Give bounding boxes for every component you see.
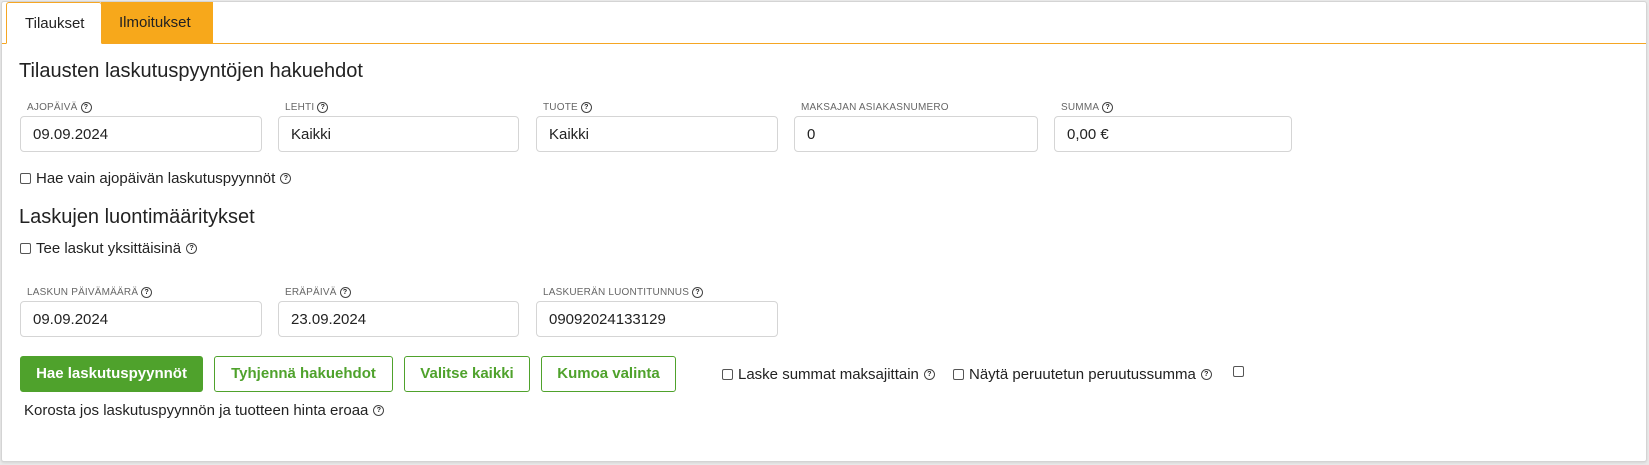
- billing-panel: Tilaukset Ilmoitukset Tilausten laskutus…: [1, 1, 1647, 462]
- help-icon[interactable]: ?: [186, 243, 198, 254]
- only-run-date-checkbox[interactable]: [20, 173, 31, 184]
- sum-by-payer-checkbox[interactable]: [722, 369, 733, 380]
- highlight-diff-row: Korosta jos laskutuspyynnön ja tuotteen …: [24, 402, 385, 419]
- show-cancelled-label: Näytä peruutetun peruutussumma: [969, 366, 1196, 383]
- maksaja-label: MAKSAJAN ASIAKASNUMERO: [799, 102, 951, 113]
- laskun-pvm-field: LASKUN PÄIVÄMÄÄRÄ? 09.09.2024: [20, 287, 262, 337]
- individual-invoices-label: Tee laskut yksittäisinä: [36, 240, 182, 257]
- help-icon[interactable]: ?: [80, 102, 92, 113]
- luontitunnus-input[interactable]: 09092024133129: [536, 301, 778, 337]
- ajopaiva-input[interactable]: 09.09.2024: [20, 116, 262, 152]
- tuote-field: TUOTE? Kaikki: [536, 102, 778, 152]
- lehti-field: LEHTI? Kaikki: [278, 102, 519, 152]
- maksaja-input[interactable]: 0: [794, 116, 1038, 152]
- summa-label: SUMMA?: [1059, 102, 1116, 114]
- help-icon[interactable]: ?: [692, 287, 704, 298]
- individual-invoices-checkbox-row[interactable]: Tee laskut yksittäisinä ?: [20, 240, 198, 257]
- tab-tilaukset[interactable]: Tilaukset: [6, 2, 102, 44]
- individual-invoices-checkbox[interactable]: [20, 243, 31, 254]
- erapaiva-input[interactable]: 23.09.2024: [278, 301, 519, 337]
- summa-field: SUMMA? 0,00 €: [1054, 102, 1292, 152]
- help-icon[interactable]: ?: [141, 287, 153, 298]
- sum-by-payer-checkbox-row[interactable]: Laske summat maksajittain ?: [722, 366, 935, 383]
- only-run-date-label: Hae vain ajopäivän laskutuspyynnöt: [36, 170, 276, 187]
- show-cancelled-checkbox[interactable]: [953, 369, 964, 380]
- help-icon[interactable]: ?: [1200, 369, 1212, 380]
- lehti-select[interactable]: Kaikki: [278, 116, 519, 152]
- help-icon[interactable]: ?: [317, 102, 329, 113]
- maksaja-field: MAKSAJAN ASIAKASNUMERO 0: [794, 102, 1038, 152]
- laskun-pvm-input[interactable]: 09.09.2024: [20, 301, 262, 337]
- ajopaiva-field: AJOPÄIVÄ? 09.09.2024: [20, 102, 262, 152]
- search-section-title: Tilausten laskutuspyyntöjen hakuehdot: [19, 60, 363, 82]
- only-run-date-checkbox-row[interactable]: Hae vain ajopäivän laskutuspyynnöt ?: [20, 170, 292, 187]
- tab-ilmoitukset[interactable]: Ilmoitukset: [101, 2, 213, 44]
- erapaiva-field: ERÄPÄIVÄ? 23.09.2024: [278, 287, 519, 337]
- help-icon[interactable]: ?: [1102, 102, 1114, 113]
- luontitunnus-label: LASKUERÄN LUONTITUNNUS?: [541, 287, 706, 299]
- erapaiva-label: ERÄPÄIVÄ?: [283, 287, 353, 299]
- luontitunnus-field: LASKUERÄN LUONTITUNNUS? 09092024133129: [536, 287, 778, 337]
- highlight-diff-checkbox[interactable]: [1233, 366, 1244, 377]
- summa-input[interactable]: 0,00 €: [1054, 116, 1292, 152]
- tuote-select[interactable]: Kaikki: [536, 116, 778, 152]
- invoice-section-title: Laskujen luontimääritykset: [19, 206, 255, 228]
- highlight-diff-checkbox-row[interactable]: [1233, 366, 1249, 377]
- fetch-requests-button[interactable]: Hae laskutuspyynnöt: [20, 356, 203, 392]
- clear-criteria-button[interactable]: Tyhjennä hakuehdot: [214, 356, 393, 392]
- sum-by-payer-label: Laske summat maksajittain: [738, 366, 919, 383]
- deselect-button[interactable]: Kumoa valinta: [541, 356, 676, 392]
- help-icon[interactable]: ?: [373, 405, 385, 416]
- help-icon[interactable]: ?: [923, 369, 935, 380]
- help-icon[interactable]: ?: [280, 173, 292, 184]
- show-cancelled-checkbox-row[interactable]: Näytä peruutetun peruutussumma ?: [953, 366, 1212, 383]
- tab-underline: [2, 43, 1646, 44]
- laskun-pvm-label: LASKUN PÄIVÄMÄÄRÄ?: [25, 287, 155, 299]
- ajopaiva-label: AJOPÄIVÄ?: [25, 102, 94, 114]
- tuote-label: TUOTE?: [541, 102, 594, 114]
- highlight-diff-label: Korosta jos laskutuspyynnön ja tuotteen …: [24, 402, 369, 419]
- lehti-label: LEHTI?: [283, 102, 331, 114]
- select-all-button[interactable]: Valitse kaikki: [404, 356, 530, 392]
- help-icon[interactable]: ?: [339, 287, 351, 298]
- help-icon[interactable]: ?: [580, 102, 592, 113]
